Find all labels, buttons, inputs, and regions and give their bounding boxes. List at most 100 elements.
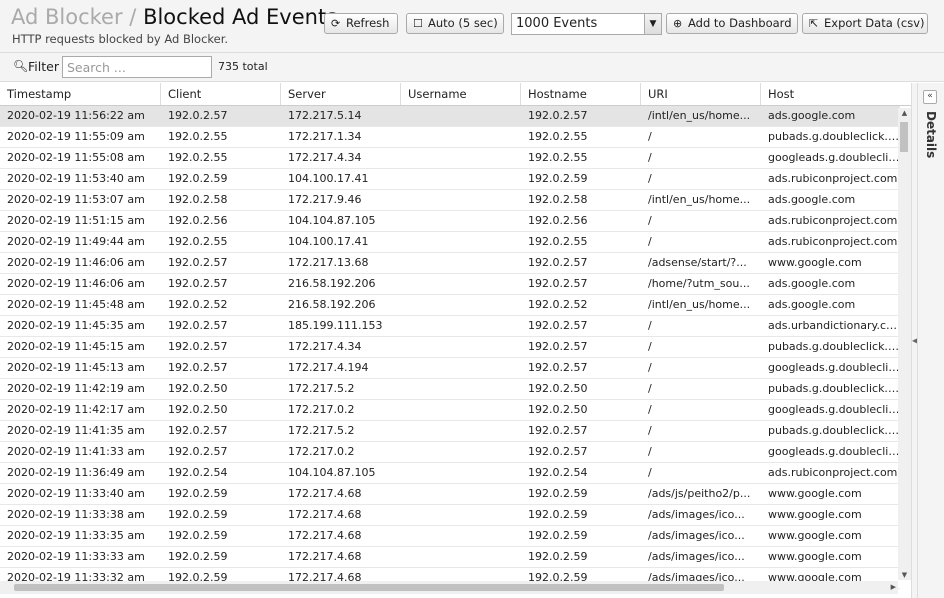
scroll-up-icon[interactable]: ▲ — [898, 108, 911, 118]
scrollbar-thumb[interactable] — [900, 122, 908, 152]
table-row[interactable]: 2020-02-19 11:41:35 am 192.0.2.57 172.217.… — [0, 421, 901, 442]
table-row[interactable]: 2020-02-19 11:45:15 am 192.0.2.57 172.217.… — [0, 337, 901, 358]
cell-username — [401, 274, 521, 294]
cell-client: 192.0.2.50 — [168, 382, 228, 395]
cell-server: 172.217.1.34 — [288, 130, 362, 143]
table-row[interactable]: 2020-02-19 11:41:33 am 192.0.2.57 172.217.… — [0, 442, 901, 463]
cell-server: 172.217.4.68 — [288, 529, 362, 542]
cell-username — [401, 253, 521, 273]
cell-client: 192.0.2.50 — [168, 403, 228, 416]
table-row[interactable]: 2020-02-19 11:53:07 am 192.0.2.58 172.217.… — [0, 190, 900, 211]
table-row[interactable]: 2020-02-19 11:53:40 am 192.0.2.59 104.100.… — [0, 169, 900, 190]
table-row[interactable]: 2020-02-19 11:46:06 am 192.0.2.57 216.58.1… — [0, 274, 900, 295]
cell-server: 172.217.13.68 — [288, 256, 369, 269]
cell-uri: /intl/en_us/home... — [648, 193, 751, 206]
table-row[interactable]: 2020-02-19 11:36:49 am 192.0.2.54 104.104.… — [0, 463, 900, 484]
cell-timestamp: 2020-02-19 11:33:35 am — [7, 529, 145, 542]
cell-timestamp: 2020-02-19 11:49:44 am — [7, 235, 145, 248]
column-header-client[interactable]: Client — [161, 83, 281, 105]
table-row[interactable]: 2020-02-19 11:45:13 am 192.0.2.57 172.217.… — [0, 358, 901, 379]
cell-timestamp: 2020-02-19 11:33:38 am — [7, 508, 145, 521]
filter-label: Filter — [28, 59, 59, 74]
horizontal-scrollbar[interactable]: ▶ — [0, 581, 898, 594]
filter-bar: 🔍︎ Filter 735 total — [0, 52, 944, 82]
cell-hostname: 192.0.2.59 — [528, 172, 588, 185]
cell-server: 172.217.4.34 — [288, 340, 362, 353]
cell-uri: / — [648, 151, 652, 164]
table-row[interactable]: 2020-02-19 11:55:08 am 192.0.2.55 172.217.… — [0, 148, 901, 169]
cell-client: 192.0.2.55 — [168, 130, 228, 143]
cell-server: 172.217.0.2 — [288, 403, 355, 416]
scrollbar-thumb[interactable] — [14, 584, 724, 591]
search-input[interactable] — [62, 56, 212, 78]
table-row[interactable]: 2020-02-19 11:56:22 am 192.0.2.57 172.217.… — [0, 106, 900, 127]
cell-timestamp: 2020-02-19 11:33:33 am — [7, 550, 145, 563]
cell-timestamp: 2020-02-19 11:56:22 am — [7, 109, 145, 122]
auto-refresh-button[interactable]: ☐ Auto (5 sec) — [406, 13, 504, 34]
cell-username — [401, 463, 521, 483]
cell-host: googleads.g.doubleclick.net — [768, 403, 901, 416]
cell-uri: /ads/js/peitho2/p... — [648, 487, 751, 500]
column-header-uri[interactable]: URI — [641, 83, 761, 105]
table-row[interactable]: 2020-02-19 11:45:48 am 192.0.2.52 216.58.1… — [0, 295, 900, 316]
cell-hostname: 192.0.2.57 — [528, 424, 588, 437]
cell-timestamp: 2020-02-19 11:36:49 am — [7, 466, 145, 479]
cell-username — [401, 148, 521, 168]
cell-hostname: 192.0.2.57 — [528, 109, 588, 122]
cell-uri: / — [648, 319, 652, 332]
cell-hostname: 192.0.2.54 — [528, 466, 588, 479]
table-row[interactable]: 2020-02-19 11:45:35 am 192.0.2.57 185.199.… — [0, 316, 901, 337]
table-row[interactable]: 2020-02-19 11:42:17 am 192.0.2.50 172.217.… — [0, 400, 901, 421]
table-row[interactable]: 2020-02-19 11:33:40 am 192.0.2.59 172.217.… — [0, 484, 900, 505]
cell-timestamp: 2020-02-19 11:55:09 am — [7, 130, 145, 143]
table-row[interactable]: 2020-02-19 11:49:44 am 192.0.2.55 104.100.… — [0, 232, 900, 253]
add-to-dashboard-button[interactable]: ⊕ Add to Dashboard — [666, 13, 798, 34]
cell-username — [401, 190, 521, 210]
cell-server: 172.217.0.2 — [288, 445, 355, 458]
cell-host: pubads.g.doubleclick.net — [768, 340, 901, 353]
details-panel[interactable]: « Details — [917, 83, 944, 598]
table-row[interactable]: 2020-02-19 11:51:15 am 192.0.2.56 104.104.… — [0, 211, 900, 232]
double-chevron-left-icon[interactable]: « — [923, 90, 937, 104]
cell-server: 172.217.4.68 — [288, 550, 362, 563]
cell-server: 172.217.9.46 — [288, 193, 362, 206]
cell-client: 192.0.2.55 — [168, 235, 228, 248]
cell-timestamp: 2020-02-19 11:33:40 am — [7, 487, 145, 500]
cell-hostname: 192.0.2.50 — [528, 382, 588, 395]
cell-username — [401, 379, 521, 399]
table-row[interactable]: 2020-02-19 11:55:09 am 192.0.2.55 172.217.… — [0, 127, 901, 148]
column-header-username[interactable]: Username — [401, 83, 521, 105]
cell-timestamp: 2020-02-19 11:46:06 am — [7, 256, 145, 269]
column-header-server[interactable]: Server — [281, 83, 401, 105]
column-header-host[interactable]: Host — [761, 83, 911, 105]
table-row[interactable]: 2020-02-19 11:33:38 am 192.0.2.59 172.217.… — [0, 505, 900, 526]
cell-uri: / — [648, 445, 652, 458]
cell-username — [401, 505, 521, 525]
cell-host: www.google.com — [768, 256, 862, 269]
cell-hostname: 192.0.2.57 — [528, 361, 588, 374]
breadcrumb[interactable]: Ad Blocker — [11, 5, 123, 29]
page-title: Ad Blocker / Blocked Ad Events — [11, 4, 337, 30]
column-header-timestamp[interactable]: Timestamp — [0, 83, 161, 105]
table-row[interactable]: 2020-02-19 11:33:33 am 192.0.2.59 172.217.… — [0, 547, 900, 568]
table-row[interactable]: 2020-02-19 11:46:06 am 192.0.2.57 172.217.… — [0, 253, 900, 274]
scroll-down-icon[interactable]: ▼ — [898, 570, 911, 580]
table-row[interactable]: 2020-02-19 11:42:19 am 192.0.2.50 172.217.… — [0, 379, 901, 400]
cell-timestamp: 2020-02-19 11:41:33 am — [7, 445, 145, 458]
column-header-hostname[interactable]: Hostname — [521, 83, 641, 105]
cell-timestamp: 2020-02-19 11:42:17 am — [7, 403, 145, 416]
cell-server: 172.217.4.34 — [288, 151, 362, 164]
refresh-button[interactable]: ⟳ Refresh — [324, 13, 398, 34]
events-count-select[interactable]: 1000 Events ▼ — [511, 13, 662, 35]
table-row[interactable]: 2020-02-19 11:33:35 am 192.0.2.59 172.217.… — [0, 526, 900, 547]
details-panel-label[interactable]: Details — [924, 111, 938, 158]
vertical-scrollbar[interactable]: ▲ ▼ — [898, 108, 911, 580]
cell-host: ads.google.com — [768, 277, 856, 290]
refresh-icon: ⟳ — [331, 17, 341, 30]
scroll-right-icon[interactable]: ▶ — [891, 581, 896, 594]
table-body: 2020-02-19 11:56:22 am 192.0.2.57 172.217.… — [0, 106, 901, 589]
cell-hostname: 192.0.2.59 — [528, 487, 588, 500]
chevron-down-icon[interactable]: ▼ — [644, 14, 661, 34]
export-data-button[interactable]: ⇱ Export Data (csv) — [802, 13, 928, 34]
cell-username — [401, 295, 521, 315]
